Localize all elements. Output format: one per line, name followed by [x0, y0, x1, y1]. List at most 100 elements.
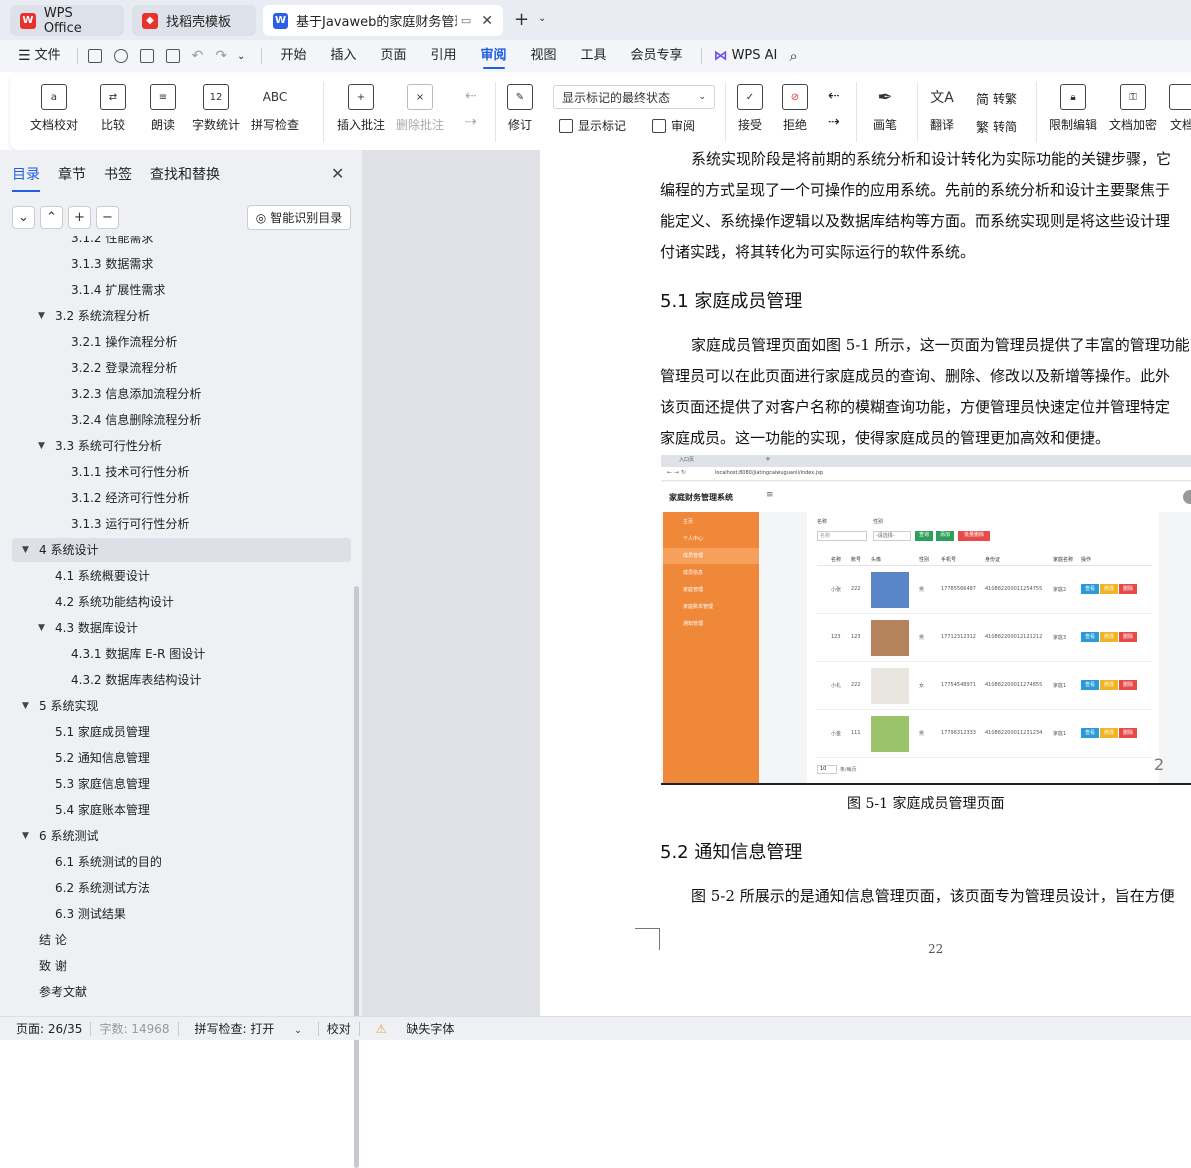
toc-item[interactable]: 5.3 家庭信息管理	[12, 772, 351, 796]
accept-button[interactable]: ✓ 接受	[737, 84, 763, 133]
sidebar-scrollbar[interactable]	[354, 586, 359, 1168]
expand-arrow-icon[interactable]: ▼	[22, 538, 29, 562]
new-tab-icon[interactable]: +	[514, 9, 529, 30]
toc-item[interactable]: 3.1.2 性能需求	[12, 236, 351, 250]
toc-item[interactable]: 6.3 测试结果	[12, 902, 351, 926]
toc-item[interactable]: 3.1.3 数据需求	[12, 252, 351, 276]
toc-item[interactable]: ▼ 4.3 数据库设计	[12, 616, 351, 640]
menu-references[interactable]: 引用	[418, 40, 468, 72]
restrict-edit-button[interactable]: 🔒︎ 限制编辑	[1049, 84, 1097, 133]
encrypt-button[interactable]: ⚿ 文档加密	[1109, 84, 1157, 133]
chevron-down-icon[interactable]: ⌄	[237, 51, 245, 62]
toc-item[interactable]: 3.1.2 经济可行性分析	[12, 486, 351, 510]
read-aloud-button[interactable]: ≡ 朗读	[150, 84, 176, 133]
menu-insert[interactable]: 插入	[318, 40, 368, 72]
close-tab-icon[interactable]: ✕	[481, 13, 493, 29]
proofread-status[interactable]: 校对	[319, 1020, 359, 1037]
revise-button[interactable]: ✎ 修订	[507, 84, 533, 133]
next-revision-icon[interactable]: ⇢	[828, 114, 840, 130]
toc-item[interactable]: 3.1.1 技术可行性分析	[12, 460, 351, 484]
toc-item[interactable]: 结 论	[12, 928, 351, 952]
toc-item[interactable]: ▼ 3.2 系统流程分析	[12, 304, 351, 328]
expand-arrow-icon[interactable]: ▼	[38, 304, 45, 328]
prev-comment-icon[interactable]: ⇠	[465, 88, 477, 104]
toc-item[interactable]: 5.4 家庭账本管理	[12, 798, 351, 822]
toc-item[interactable]: ▼ 6 系统测试	[12, 824, 351, 848]
toc-item[interactable]: ▼ 5 系统实现	[12, 694, 351, 718]
spell-check-status[interactable]: 拼写检查: 打开 ⌄	[179, 1020, 318, 1037]
print-preview-icon[interactable]	[165, 49, 180, 63]
chevron-down-icon[interactable]: ⌄	[538, 13, 546, 24]
collapse-button[interactable]: −	[96, 206, 119, 229]
display-mode-select[interactable]: 显示标记的最终状态 ⌄	[553, 85, 715, 109]
toc-item[interactable]: 4.2 系统功能结构设计	[12, 590, 351, 614]
toc-item[interactable]: 5.2 通知信息管理	[12, 746, 351, 770]
menu-tools[interactable]: 工具	[569, 40, 619, 72]
show-markup-button[interactable]: 显示标记	[559, 117, 626, 134]
embedded-figure[interactable]: 入口页 + ← → ↻ localhost:8080/jiatingcaiwug…	[661, 455, 1191, 785]
expand-button[interactable]: +	[68, 206, 91, 229]
search-icon[interactable]: ⌕	[789, 47, 797, 65]
expand-arrow-icon[interactable]: ▼	[38, 434, 45, 458]
toc-item[interactable]: 3.2.2 登录流程分析	[12, 356, 351, 380]
document-page[interactable]: 系统实现阶段是将前期的系统分析和设计转化为实际功能的关键步骤，它 编程的方式呈现…	[540, 150, 1191, 1016]
proofread-button[interactable]: a 文档校对	[30, 84, 78, 133]
menu-wps-ai[interactable]: WPS AI	[728, 40, 790, 72]
toc-item[interactable]: ▼ 4 系统设计	[12, 538, 351, 562]
menu-home[interactable]: 开始	[268, 40, 318, 72]
to-simplified-button[interactable]: 繁 转简	[976, 117, 1017, 136]
share-icon[interactable]	[113, 49, 128, 63]
word-count[interactable]: 字数: 14968	[91, 1020, 177, 1037]
toc-item[interactable]: 6.2 系统测试方法	[12, 876, 351, 900]
tab-bookmark[interactable]: 书签	[104, 164, 132, 192]
toc-item[interactable]: 4.3.2 数据库表结构设计	[12, 668, 351, 692]
next-comment-icon[interactable]: ⇢	[465, 114, 477, 130]
close-icon[interactable]: ✕	[331, 164, 344, 183]
expand-arrow-icon[interactable]: ▼	[38, 616, 45, 640]
expand-arrow-icon[interactable]: ▼	[22, 824, 29, 848]
toc-item[interactable]: 4.1 系统概要设计	[12, 564, 351, 588]
insert-comment-button[interactable]: + 插入批注	[337, 84, 385, 133]
tab-document[interactable]: W 基于Javaweb的家庭财务管理 ▭ ✕	[263, 5, 503, 36]
tab-wps-office[interactable]: W WPS Office	[10, 5, 124, 36]
toc-item[interactable]: 3.1.3 运行可行性分析	[12, 512, 351, 536]
save-icon[interactable]	[87, 49, 102, 63]
undo-icon[interactable]: ↶	[192, 48, 204, 64]
toc-item[interactable]: 3.2.4 信息删除流程分析	[12, 408, 351, 432]
toc-item[interactable]: 4.3.1 数据库 E-R 图设计	[12, 642, 351, 666]
tab-template[interactable]: ◆ 找稻壳模板	[132, 5, 256, 36]
toc-item[interactable]: 6.1 系统测试的目的	[12, 850, 351, 874]
toc-item[interactable]: 参考文献	[12, 980, 351, 1004]
missing-font-status[interactable]: ⚠ 缺失字体	[360, 1020, 471, 1037]
print-icon[interactable]	[139, 49, 154, 63]
screen-icon[interactable]: ▭	[461, 14, 471, 27]
page-indicator[interactable]: 页面: 26/35	[0, 1020, 90, 1037]
menu-review[interactable]: 审阅	[469, 40, 519, 72]
toc-item[interactable]: ▼ 3.3 系统可行性分析	[12, 434, 351, 458]
translate-button[interactable]: 文A 翻译	[929, 84, 955, 133]
delete-comment-button[interactable]: × 删除批注	[396, 84, 444, 133]
menu-view[interactable]: 视图	[519, 40, 569, 72]
tab-toc[interactable]: 目录	[12, 164, 40, 192]
redo-icon[interactable]: ↷	[215, 48, 227, 64]
prev-revision-icon[interactable]: ⇠	[828, 88, 840, 104]
word-count-button[interactable]: 12 字数统计	[192, 84, 240, 133]
tab-find-replace[interactable]: 查找和替换	[150, 164, 220, 192]
more-doc-button[interactable]: 文档	[1169, 84, 1191, 133]
smart-toc-button[interactable]: ◎ 智能识别目录	[247, 205, 351, 230]
toc-item[interactable]: 致 谢	[12, 954, 351, 978]
menu-member[interactable]: 会员专享	[619, 40, 695, 72]
tab-chapter[interactable]: 章节	[58, 164, 86, 192]
collapse-up-button[interactable]: ⌃	[40, 206, 63, 229]
toc-item[interactable]: 5.1 家庭成员管理	[12, 720, 351, 744]
compare-button[interactable]: ⇄ 比较	[100, 84, 126, 133]
menu-file[interactable]: 文件	[31, 40, 73, 72]
toc-item[interactable]: 3.1.4 扩展性需求	[12, 278, 351, 302]
toc-item[interactable]: 3.2.3 信息添加流程分析	[12, 382, 351, 406]
toc-item[interactable]: 3.2.1 操作流程分析	[12, 330, 351, 354]
review-pane-button[interactable]: 审阅	[652, 117, 695, 134]
to-traditional-button[interactable]: 简 转繁	[976, 89, 1017, 108]
collapse-down-button[interactable]: ⌄	[12, 206, 35, 229]
spell-check-button[interactable]: ABC 拼写检查	[251, 84, 299, 133]
hamburger-icon[interactable]: ☰	[18, 48, 31, 64]
